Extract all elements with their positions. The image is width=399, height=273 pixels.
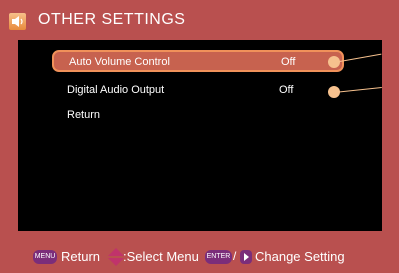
menu-item-value: Off [281, 56, 296, 68]
menu-item-return[interactable]: Return [52, 105, 344, 127]
return-hint: Return [61, 249, 101, 264]
change-setting-hint: Change Setting [255, 249, 345, 264]
speaker-icon [9, 13, 26, 30]
right-arrow-key-icon [240, 250, 252, 264]
menu-key-icon: MENU [33, 250, 57, 264]
settings-panel: Auto Volume Control Off Digital Audio Ou… [18, 40, 382, 231]
header: OTHER SETTINGS [0, 0, 399, 40]
menu-item-value: Off [279, 84, 294, 96]
slash-separator: / [233, 249, 237, 263]
select-menu-hint: :Select Menu [123, 249, 199, 264]
enter-key-icon: ENTER [205, 250, 232, 264]
menu-item-label: Digital Audio Output [67, 84, 165, 96]
page-title: OTHER SETTINGS [38, 11, 186, 28]
menu-item-label: Auto Volume Control [69, 56, 170, 68]
footer-help-bar: MENU Return :Select Menu ENTER / Change … [0, 246, 399, 270]
other-settings-screen: OTHER SETTINGS Auto Volume Control Off D… [0, 0, 399, 273]
menu-item-label: Return [67, 109, 101, 121]
menu-item-auto-volume-control[interactable]: Auto Volume Control Off [52, 50, 344, 72]
up-down-arrows-icon [108, 248, 124, 266]
menu-item-digital-audio-output[interactable]: Digital Audio Output Off [52, 80, 344, 102]
